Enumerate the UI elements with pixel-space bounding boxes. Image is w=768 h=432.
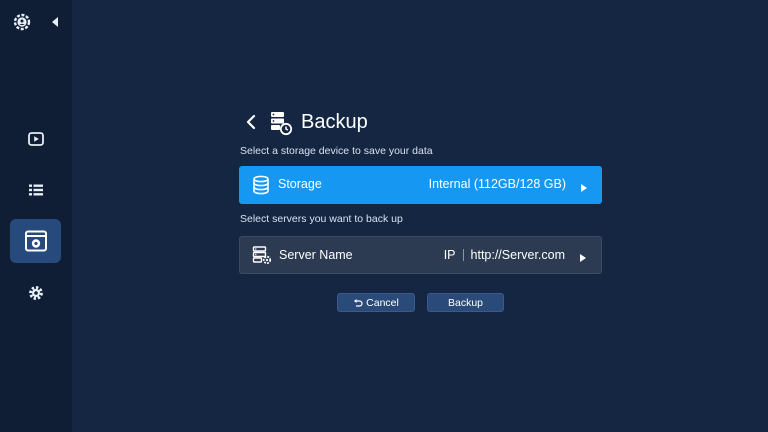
- collapse-sidebar-icon[interactable]: [49, 14, 61, 30]
- app-root: Backup Select a storage device to save y…: [0, 0, 768, 432]
- list-icon: [28, 183, 44, 197]
- sidebar-item-list[interactable]: [10, 168, 61, 212]
- backup-button[interactable]: Backup: [427, 293, 504, 312]
- cancel-label: Cancel: [366, 296, 399, 309]
- page-title: Backup: [301, 111, 368, 133]
- play-icon: [27, 132, 44, 146]
- sidebar: [0, 0, 72, 432]
- triangle-right-icon: [580, 180, 588, 192]
- settings-gear-icon[interactable]: [12, 12, 32, 32]
- undo-icon: [353, 298, 363, 308]
- storage-hint: Select a storage device to save your dat…: [240, 145, 433, 157]
- backup-panel-icon: [24, 229, 48, 253]
- server-row[interactable]: Server Name IP http://Server.com: [239, 236, 602, 274]
- server-name-label: Server Name: [279, 248, 353, 262]
- title-row: Backup: [239, 104, 602, 140]
- storage-label: Storage: [278, 177, 322, 191]
- sidebar-item-media[interactable]: [10, 117, 61, 161]
- server-backup-icon: [269, 110, 293, 136]
- server-ip-group: IP http://Server.com: [444, 248, 565, 262]
- backup-label: Backup: [447, 296, 484, 309]
- server-hint: Select servers you want to back up: [240, 213, 403, 225]
- cancel-button[interactable]: Cancel: [337, 293, 415, 312]
- storage-row[interactable]: Storage Internal (112GB/128 GB): [239, 166, 602, 204]
- server-settings-icon: [252, 245, 272, 265]
- triangle-right-icon: [579, 250, 587, 262]
- ip-label: IP: [443, 248, 456, 262]
- storage-value: Internal (112GB/128 GB): [428, 177, 566, 191]
- chevron-left-icon[interactable]: [241, 112, 261, 132]
- sidebar-item-settings[interactable]: [10, 271, 61, 315]
- database-icon: [251, 175, 271, 195]
- gear-icon: [28, 285, 44, 301]
- ip-value: http://Server.com: [470, 248, 565, 262]
- ip-separator: [462, 249, 464, 261]
- sidebar-item-backup[interactable]: [10, 219, 61, 263]
